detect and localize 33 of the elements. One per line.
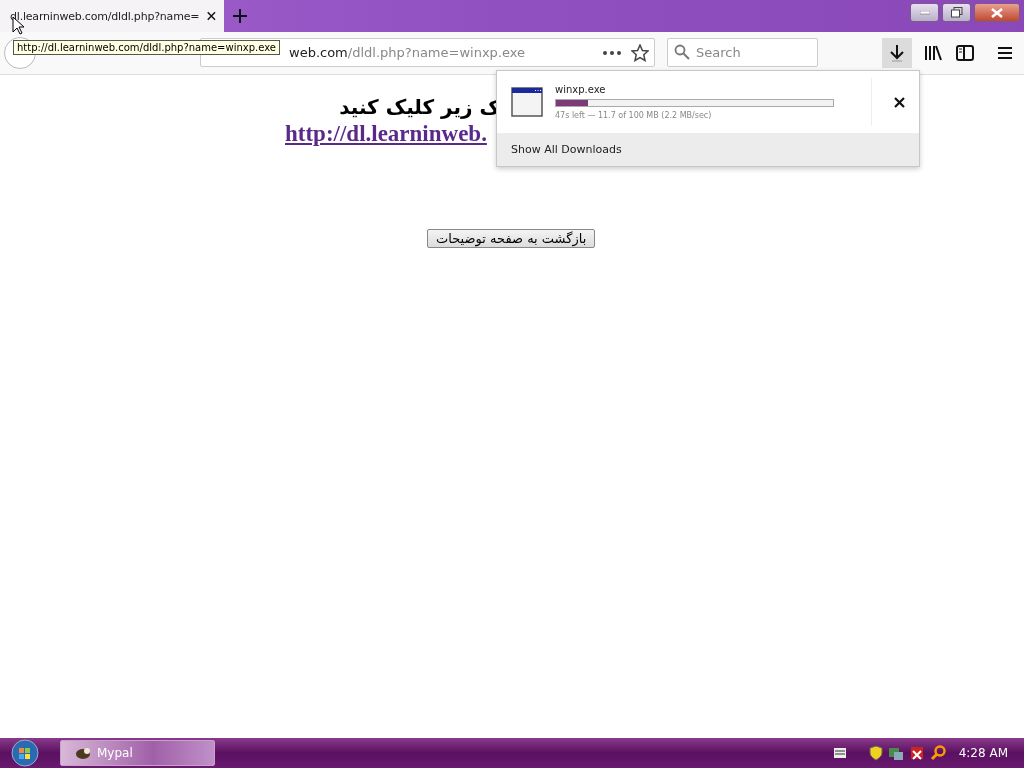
download-status: 47s left — 11.7 of 100 MB (2.2 MB/sec): [555, 111, 713, 120]
search-icon: [674, 44, 690, 60]
keyboard-icon: [833, 748, 846, 758]
browser-tab[interactable]: dl.learninweb.com/dldl.php?name=: [0, 0, 224, 32]
library-icon: [924, 45, 942, 61]
close-button[interactable]: [974, 3, 1020, 22]
cancel-icon[interactable]: [894, 96, 905, 108]
restore-icon: [950, 7, 963, 18]
network-icon[interactable]: [887, 745, 904, 761]
minimize-icon: [919, 10, 930, 15]
sidebar-icon: [956, 45, 974, 61]
restore-button[interactable]: [942, 3, 971, 22]
download-link[interactable]: http://dl.learninweb.: [285, 121, 487, 147]
start-button[interactable]: [10, 739, 40, 767]
file-name: winxp.exe: [555, 84, 607, 95]
minimize-button[interactable]: [910, 3, 939, 22]
window-icon: [511, 87, 543, 117]
app-icon: [75, 746, 91, 760]
show-all-downloads[interactable]: Show All Downloads: [497, 133, 919, 166]
clock[interactable]: 4:28 AM: [958, 746, 1008, 760]
link-tooltip: http://dl.learninweb.com/dldl.php?name=winxp.exe: [13, 40, 280, 55]
close-icon[interactable]: [207, 10, 216, 22]
plus-icon[interactable]: [233, 9, 247, 23]
search-field[interactable]: Search: [667, 38, 818, 67]
shield-icon[interactable]: [868, 745, 883, 761]
close-icon: [991, 7, 1003, 18]
back-to-description-button[interactable]: بازگشت به صفحه توضیحات: [427, 229, 596, 248]
more-icon[interactable]: [603, 50, 621, 55]
error-icon[interactable]: [908, 745, 925, 761]
download-button[interactable]: [882, 38, 912, 68]
search-icon[interactable]: [929, 745, 946, 761]
download-icon: [889, 44, 905, 62]
star-icon[interactable]: [631, 43, 649, 62]
